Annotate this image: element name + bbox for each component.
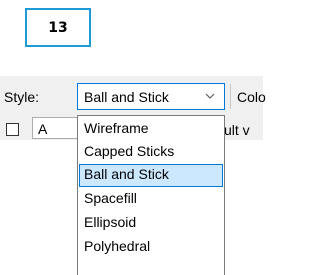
option-polyhedral[interactable]: Polyhedral [79, 236, 223, 259]
step-number: 13 [48, 19, 68, 36]
default-view-partial-label: ult v [224, 122, 250, 138]
partially-hidden-field-text: A [38, 121, 48, 137]
checkbox-icon[interactable] [6, 123, 19, 136]
option-label: Wireframe [84, 120, 149, 136]
partially-hidden-field[interactable]: A [32, 117, 82, 139]
style-selected-value: Ball and Stick [84, 89, 169, 105]
option-ellipsoid[interactable]: Ellipsoid [79, 212, 223, 235]
option-label: Spacefill [84, 190, 137, 206]
style-dropdown[interactable]: Ball and Stick [77, 83, 225, 110]
toolbar-divider [230, 84, 231, 109]
step-number-badge: 13 [25, 8, 91, 47]
option-label: Polyhedral [84, 238, 151, 254]
style-label: Style: [4, 89, 40, 105]
option-label: Ellipsoid [84, 214, 137, 230]
option-label: Ball and Stick [84, 166, 169, 182]
option-label: Capped Sticks [84, 143, 175, 159]
option-spacefill[interactable]: Spacefill [79, 188, 223, 211]
option-wireframe[interactable]: Wireframe [79, 118, 223, 141]
style-dropdown-list: Wireframe Capped Sticks Ball and Stick S… [77, 115, 225, 275]
color-label: Colo [237, 89, 266, 105]
option-capped-sticks[interactable]: Capped Sticks [79, 141, 223, 164]
chevron-down-icon [205, 93, 215, 99]
option-ball-and-stick[interactable]: Ball and Stick [79, 164, 223, 187]
